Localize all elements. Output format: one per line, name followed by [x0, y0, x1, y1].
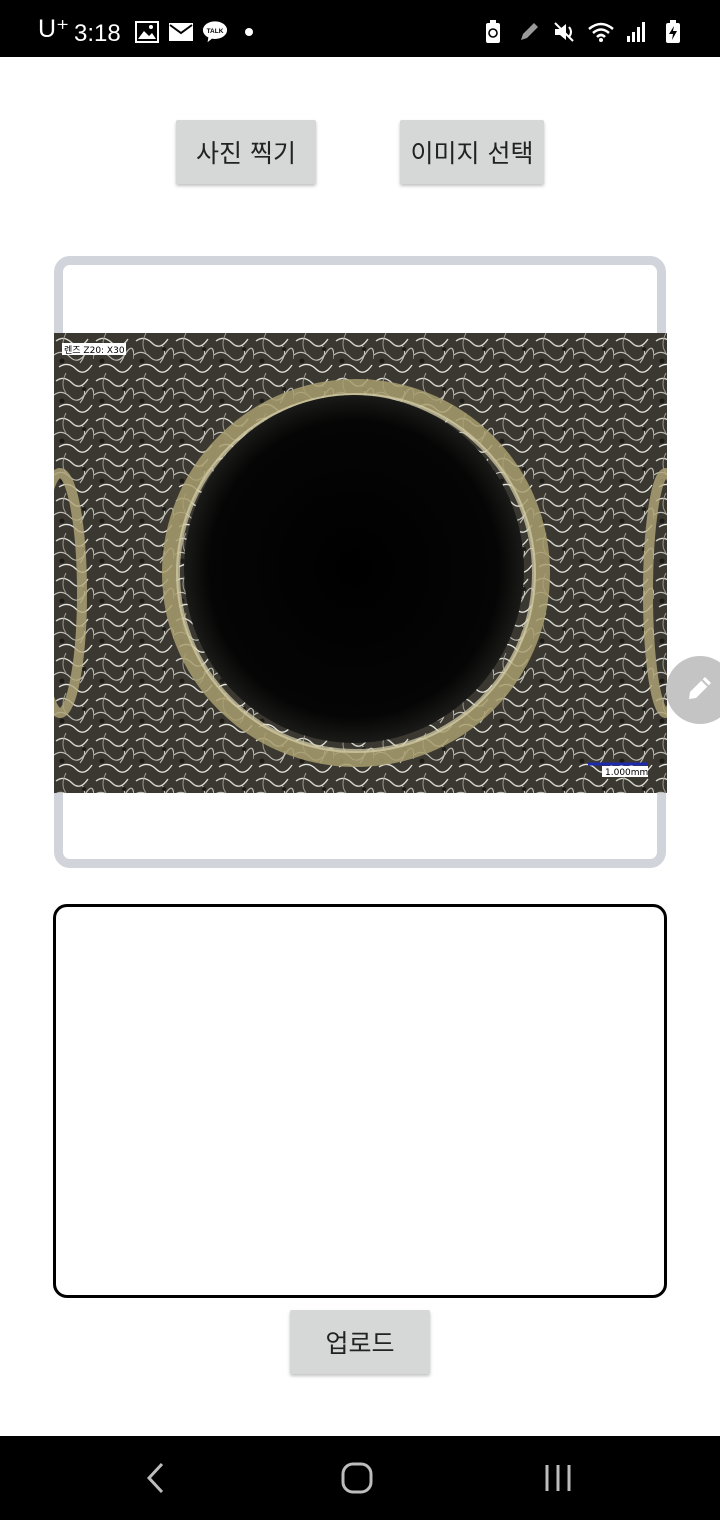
description-input[interactable] — [53, 904, 667, 1298]
wifi-icon — [588, 20, 614, 44]
upload-button[interactable]: 업로드 — [290, 1310, 430, 1374]
home-icon[interactable] — [327, 1458, 387, 1498]
recent-apps-icon[interactable] — [528, 1458, 588, 1498]
take-photo-button[interactable]: 사진 찍기 — [176, 120, 316, 184]
preview-caption: 렌즈 Z20: X30 — [64, 345, 125, 356]
status-time: 3:18 — [74, 20, 121, 47]
email-icon — [168, 20, 194, 44]
preview-image[interactable]: 렌즈 Z20: X30 1.000mm — [54, 333, 667, 793]
dot-icon — [236, 20, 262, 44]
gallery-icon — [134, 20, 160, 44]
status-bar: U⁺ 3:18 TALK — [0, 0, 720, 57]
svg-text:TALK: TALK — [207, 28, 224, 35]
battery-icon — [660, 20, 686, 44]
pencil-icon — [683, 671, 717, 709]
back-icon[interactable] — [126, 1458, 186, 1498]
battery-saver-icon — [480, 20, 506, 44]
mute-icon — [552, 20, 578, 44]
edit-fab-button[interactable] — [666, 656, 720, 724]
carrier-label: U⁺ — [38, 15, 70, 43]
navigation-bar — [0, 1436, 720, 1520]
kakaotalk-icon: TALK — [202, 20, 228, 44]
pen-icon — [516, 20, 542, 44]
signal-icon — [624, 20, 650, 44]
scale-label: 1.000mm — [605, 768, 648, 778]
select-image-button[interactable]: 이미지 선택 — [400, 120, 544, 184]
